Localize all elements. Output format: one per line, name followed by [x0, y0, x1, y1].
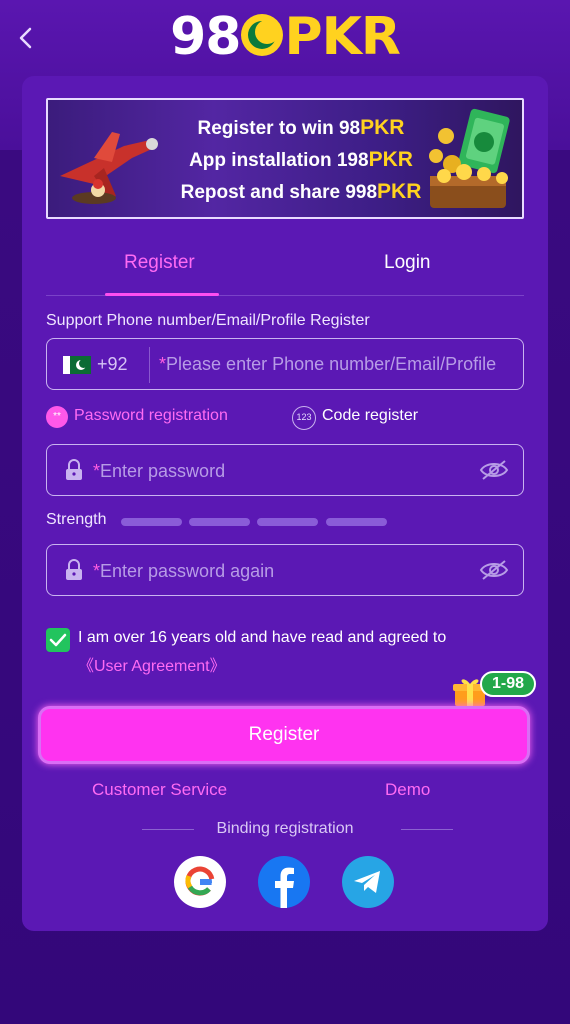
divider-line: [401, 829, 453, 830]
facebook-icon: [275, 867, 294, 908]
password-mode-icon[interactable]: **: [46, 406, 68, 428]
tab-register[interactable]: Register: [124, 252, 195, 274]
treasure-chest-icon: [429, 108, 510, 208]
pakistan-flag-icon[interactable]: [63, 356, 91, 374]
telegram-login-button[interactable]: [342, 856, 394, 908]
password-registration-option[interactable]: Password registration: [74, 407, 228, 425]
auth-tabs: Register Login: [46, 236, 524, 296]
agreement-text: I am over 16 years old and have read and…: [78, 629, 447, 646]
user-agreement-link[interactable]: 《User Agreement》: [78, 652, 226, 676]
top-bar: 98 PKR: [0, 0, 570, 76]
tab-login[interactable]: Login: [384, 252, 431, 274]
telegram-icon: [354, 871, 380, 893]
strength-bar: [189, 518, 250, 526]
eye-off-icon[interactable]: [479, 559, 509, 581]
app-logo: 98 PKR: [170, 7, 401, 67]
lock-icon: [66, 459, 82, 480]
footer-links: Customer Service Demo: [46, 780, 524, 804]
country-code[interactable]: +92: [97, 354, 128, 375]
confirm-password-input[interactable]: *Enter password again: [46, 544, 524, 596]
lock-icon: [66, 559, 82, 580]
promo-banner[interactable]: Register to win 98PKR App installation 1…: [46, 98, 524, 219]
airplane-icon: [60, 132, 158, 204]
account-input[interactable]: +92 *Please enter Phone number/Email/Pro…: [46, 338, 524, 390]
strength-label: Strength: [46, 511, 107, 528]
registration-mode-selector: ** Password registration 123 Code regist…: [46, 404, 524, 434]
active-tab-indicator: [105, 293, 219, 296]
customer-service-link[interactable]: Customer Service: [92, 780, 227, 800]
binding-registration-header: Binding registration: [46, 820, 524, 840]
code-register-option[interactable]: Code register: [322, 407, 418, 425]
password-input[interactable]: *Enter password: [46, 444, 524, 496]
facebook-login-button[interactable]: [258, 856, 310, 908]
support-label: Support Phone number/Email/Profile Regis…: [46, 312, 370, 329]
google-login-button[interactable]: [174, 856, 226, 908]
code-mode-icon[interactable]: 123: [292, 406, 316, 430]
strength-bar: [257, 518, 318, 526]
eye-off-icon[interactable]: [479, 459, 509, 481]
account-placeholder: *Please enter Phone number/Email/Profile: [159, 354, 497, 374]
strength-bar: [121, 518, 182, 526]
checkmark-icon: [49, 633, 67, 647]
strength-bar: [326, 518, 387, 526]
register-card: Register to win 98PKR App installation 1…: [22, 76, 548, 931]
crescent-moon-icon: [241, 14, 284, 56]
demo-link[interactable]: Demo: [385, 780, 430, 800]
reward-badge: 1-98: [480, 671, 537, 697]
agreement-row: I am over 16 years old and have read and…: [46, 626, 524, 676]
password-strength: Strength: [46, 510, 446, 530]
password-placeholder: *Enter password: [93, 461, 226, 481]
agreement-checkbox[interactable]: [46, 628, 70, 652]
field-divider: [149, 347, 150, 383]
banner-text: Register to win 98PKR App installation 1…: [180, 116, 422, 203]
google-icon: [185, 866, 215, 896]
confirm-password-placeholder: *Enter password again: [93, 561, 275, 581]
register-button[interactable]: Register: [38, 706, 530, 764]
